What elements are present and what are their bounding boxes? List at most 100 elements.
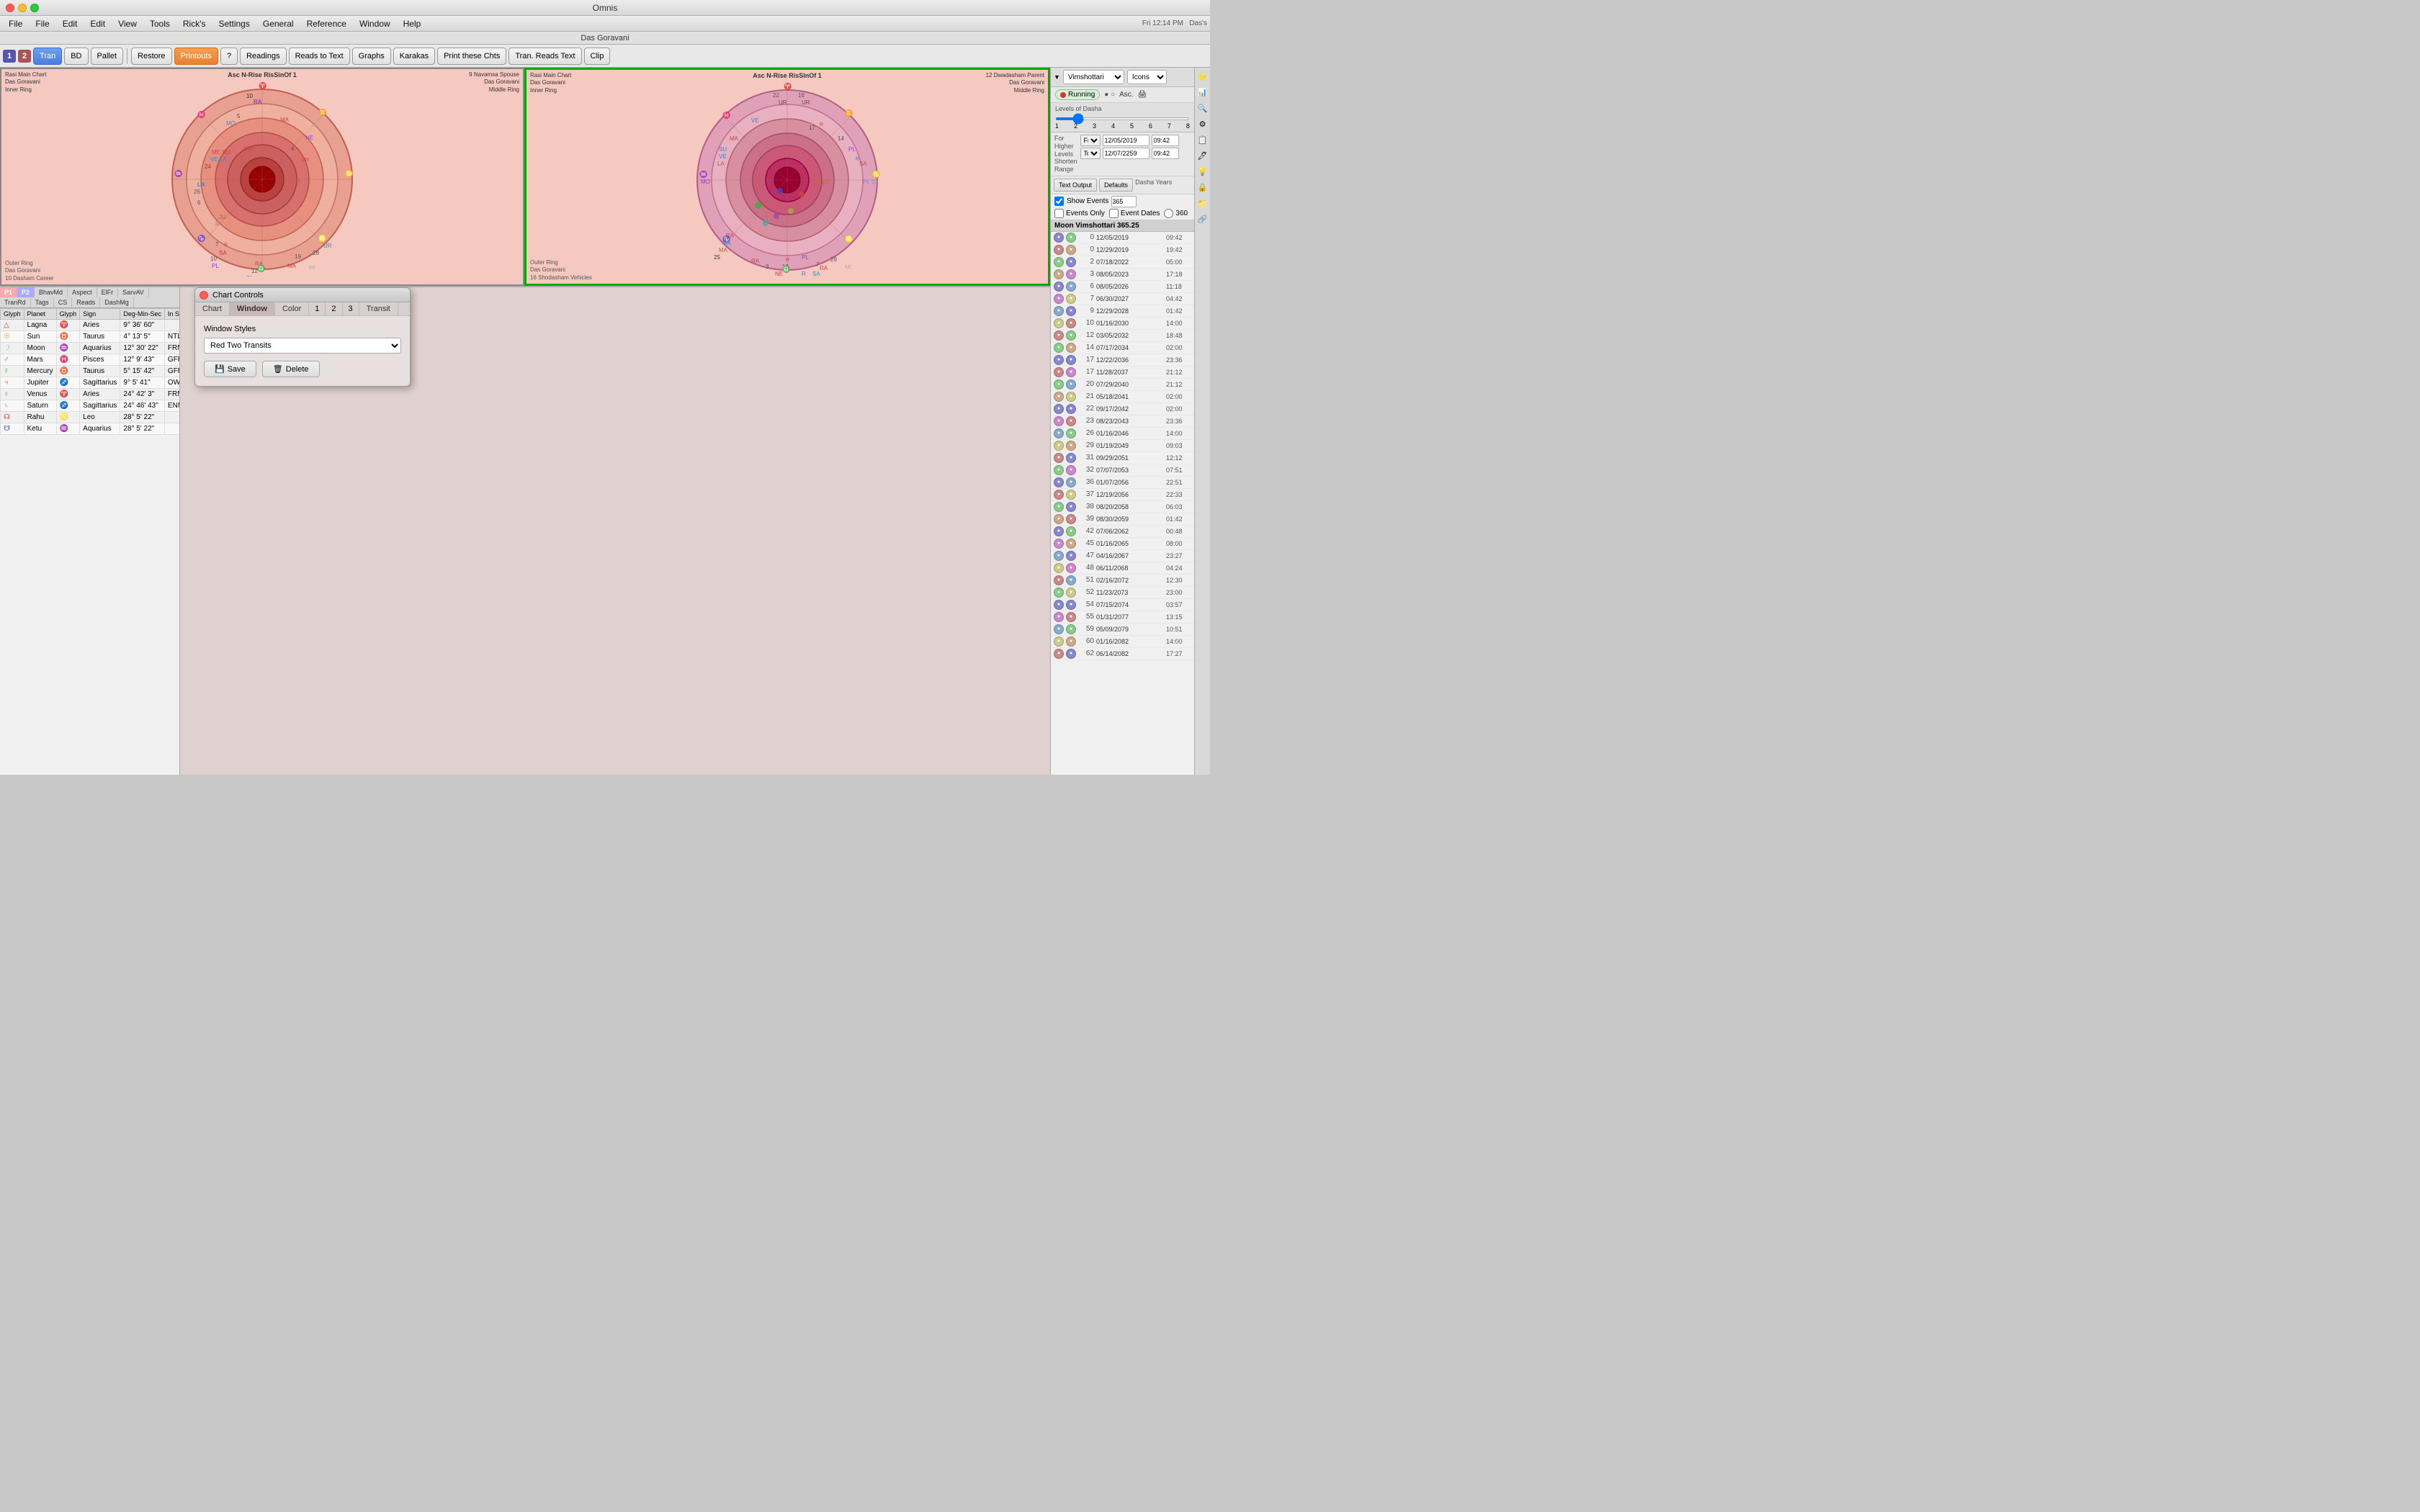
dasha-list-item[interactable]: ●●1001/16/203014:00 <box>1051 318 1194 330</box>
dasha-list-item[interactable]: ●●6206/14/208217:27 <box>1051 648 1194 660</box>
dasha-list-item[interactable]: ●●5211/23/207323:00 <box>1051 587 1194 599</box>
tab-aspect[interactable]: Aspect <box>68 287 97 297</box>
menu-tools[interactable]: Tools <box>144 16 176 32</box>
sidebar-icon-2[interactable]: 📊 <box>1196 86 1209 99</box>
dasha-list-item[interactable]: ●●4806/11/206804:24 <box>1051 562 1194 575</box>
reads-to-text-button[interactable]: Reads to Text <box>289 48 350 65</box>
dasha-list-item[interactable]: ●●2901/19/204909:03 <box>1051 440 1194 452</box>
btn-1[interactable]: 1 <box>3 50 16 63</box>
menu-file[interactable]: File <box>3 16 28 32</box>
dasha-list-item[interactable]: ●●4704/16/206723:27 <box>1051 550 1194 562</box>
dasha-list-item[interactable]: ●●1712/22/203623:36 <box>1051 354 1194 366</box>
sidebar-icon-6[interactable]: 🖊 <box>1196 149 1209 162</box>
menu-window[interactable]: Window <box>354 16 396 32</box>
dasha-list-item[interactable]: ●●3109/29/205112:12 <box>1051 452 1194 464</box>
clip-button[interactable]: Clip <box>584 48 611 65</box>
popup-tab-3[interactable]: 3 <box>343 302 359 315</box>
delete-button[interactable]: 🗑 Delete <box>262 361 320 377</box>
tab-dashmg[interactable]: DashMg <box>100 297 134 307</box>
btn-2[interactable]: 2 <box>18 50 31 63</box>
graphs-button[interactable]: Graphs <box>352 48 391 65</box>
popup-tab-1[interactable]: 1 <box>309 302 326 315</box>
dasha-list-item[interactable]: ●●3808/20/205806:03 <box>1051 501 1194 513</box>
dasha-list-item[interactable]: ●●4207/06/206200:48 <box>1051 526 1194 538</box>
tran-button[interactable]: Tran <box>33 48 62 65</box>
dasha-list-item[interactable]: ●●706/30/202704:42 <box>1051 293 1194 305</box>
popup-tab-color[interactable]: Color <box>275 302 309 315</box>
popup-close-button[interactable] <box>200 291 208 300</box>
maximize-button[interactable] <box>30 4 39 12</box>
icons-select[interactable]: Icons <box>1127 70 1167 84</box>
dasha-list-item[interactable]: ●●6001/16/208214:00 <box>1051 636 1194 648</box>
window-style-select[interactable]: Red Two Transits Blue Single Green Three <box>204 338 401 354</box>
tab-reads[interactable]: Reads <box>72 297 100 307</box>
tab-cs[interactable]: CS <box>54 297 73 307</box>
dasha-list-item[interactable]: ●●5102/16/207212:30 <box>1051 575 1194 587</box>
tran-reads-text-button[interactable]: Tran. Reads Text <box>508 48 581 65</box>
dasha-list-item[interactable]: ●●2601/16/204614:00 <box>1051 428 1194 440</box>
tab-p2[interactable]: P2 <box>17 287 35 297</box>
dasha-list-item[interactable]: ●●012/05/201909:42 <box>1051 232 1194 244</box>
tab-elfr[interactable]: ElFr <box>97 287 119 297</box>
popup-tab-transit[interactable]: Transit <box>359 302 398 315</box>
karakas-button[interactable]: Karakas <box>393 48 435 65</box>
tab-bhavmd[interactable]: BhavMd <box>35 287 68 297</box>
text-output-button[interactable]: Text Output <box>1054 179 1097 192</box>
dasha-list-item[interactable]: ●●2308/23/204323:36 <box>1051 415 1194 428</box>
event-dates-checkbox[interactable] <box>1109 209 1119 218</box>
sidebar-icon-8[interactable]: 🔒 <box>1196 181 1209 194</box>
from-time-input[interactable] <box>1152 135 1179 146</box>
menu-edit2[interactable]: Edit <box>84 16 111 32</box>
menu-general[interactable]: General <box>257 16 300 32</box>
dasha-list-item[interactable]: ●●5905/09/207910:51 <box>1051 624 1194 636</box>
vimshottari-select[interactable]: Vimshottari <box>1063 70 1124 84</box>
menu-help[interactable]: Help <box>398 16 427 32</box>
sidebar-icon-5[interactable]: 📋 <box>1196 133 1209 146</box>
dasha-list-item[interactable]: ●●308/05/202317:18 <box>1051 269 1194 281</box>
save-button[interactable]: 💾 Save <box>204 361 256 377</box>
sidebar-icon-9[interactable]: 📁 <box>1196 197 1209 210</box>
events-only-checkbox[interactable] <box>1054 209 1064 218</box>
360-radio[interactable] <box>1164 209 1173 218</box>
dasha-list-item[interactable]: ●●912/29/202801:42 <box>1051 305 1194 318</box>
dasha-list-item[interactable]: ●●1407/17/203402:00 <box>1051 342 1194 354</box>
tab-sarvav[interactable]: SarvAV <box>118 287 149 297</box>
sidebar-icon-7[interactable]: 💡 <box>1196 165 1209 178</box>
dasha-slider[interactable] <box>1055 117 1190 120</box>
dasha-list-item[interactable]: ●●3712/19/205622:33 <box>1051 489 1194 501</box>
minimize-button[interactable] <box>18 4 27 12</box>
dasha-list-item[interactable]: ●●4501/16/206508:00 <box>1051 538 1194 550</box>
dasha-list-item[interactable]: ●●5501/31/207713:15 <box>1051 611 1194 624</box>
menu-edit[interactable]: Edit <box>57 16 84 32</box>
menu-view[interactable]: View <box>112 16 143 32</box>
dasha-list-item[interactable]: ●●1203/05/203218:48 <box>1051 330 1194 342</box>
from-date-input[interactable] <box>1103 135 1150 146</box>
menu-reference[interactable]: Reference <box>301 16 352 32</box>
popup-tab-chart[interactable]: Chart <box>195 302 230 315</box>
dasha-list-item[interactable]: ●●608/05/202611:18 <box>1051 281 1194 293</box>
menu-ricks[interactable]: Rick's <box>177 16 212 32</box>
popup-tab-2[interactable]: 2 <box>326 302 342 315</box>
sidebar-icon-3[interactable]: 🔍 <box>1196 102 1209 114</box>
to-select[interactable]: To <box>1080 148 1101 159</box>
dasha-list-item[interactable]: ●●2007/29/204021:12 <box>1051 379 1194 391</box>
readings-button[interactable]: Readings <box>240 48 286 65</box>
to-date-input[interactable] <box>1103 148 1150 159</box>
question-button[interactable]: ? <box>220 48 238 65</box>
tab-p1[interactable]: P1 <box>0 287 17 297</box>
dasha-list-item[interactable]: ●●5407/15/207403:57 <box>1051 599 1194 611</box>
close-button[interactable] <box>6 4 14 12</box>
sidebar-icon-4[interactable]: ⚙ <box>1196 117 1209 130</box>
menu-file2[interactable]: File <box>30 16 55 32</box>
sidebar-icon-1[interactable]: ⭐ <box>1196 70 1209 83</box>
from-select[interactable]: From <box>1080 135 1101 146</box>
dasha-list-item[interactable]: ●●2105/18/204102:00 <box>1051 391 1194 403</box>
pallet-button[interactable]: Pallet <box>91 48 124 65</box>
printouts-button[interactable]: Printouts <box>174 48 218 65</box>
bd-button[interactable]: BD <box>64 48 88 65</box>
dasha-list-item[interactable]: ●●012/29/201919:42 <box>1051 244 1194 256</box>
defaults-button[interactable]: Defaults <box>1099 179 1133 192</box>
tab-tags[interactable]: Tags <box>31 297 54 307</box>
dasha-list-item[interactable]: ●●2209/17/204202:00 <box>1051 403 1194 415</box>
dasha-list-item[interactable]: ●●3207/07/205307:51 <box>1051 464 1194 477</box>
